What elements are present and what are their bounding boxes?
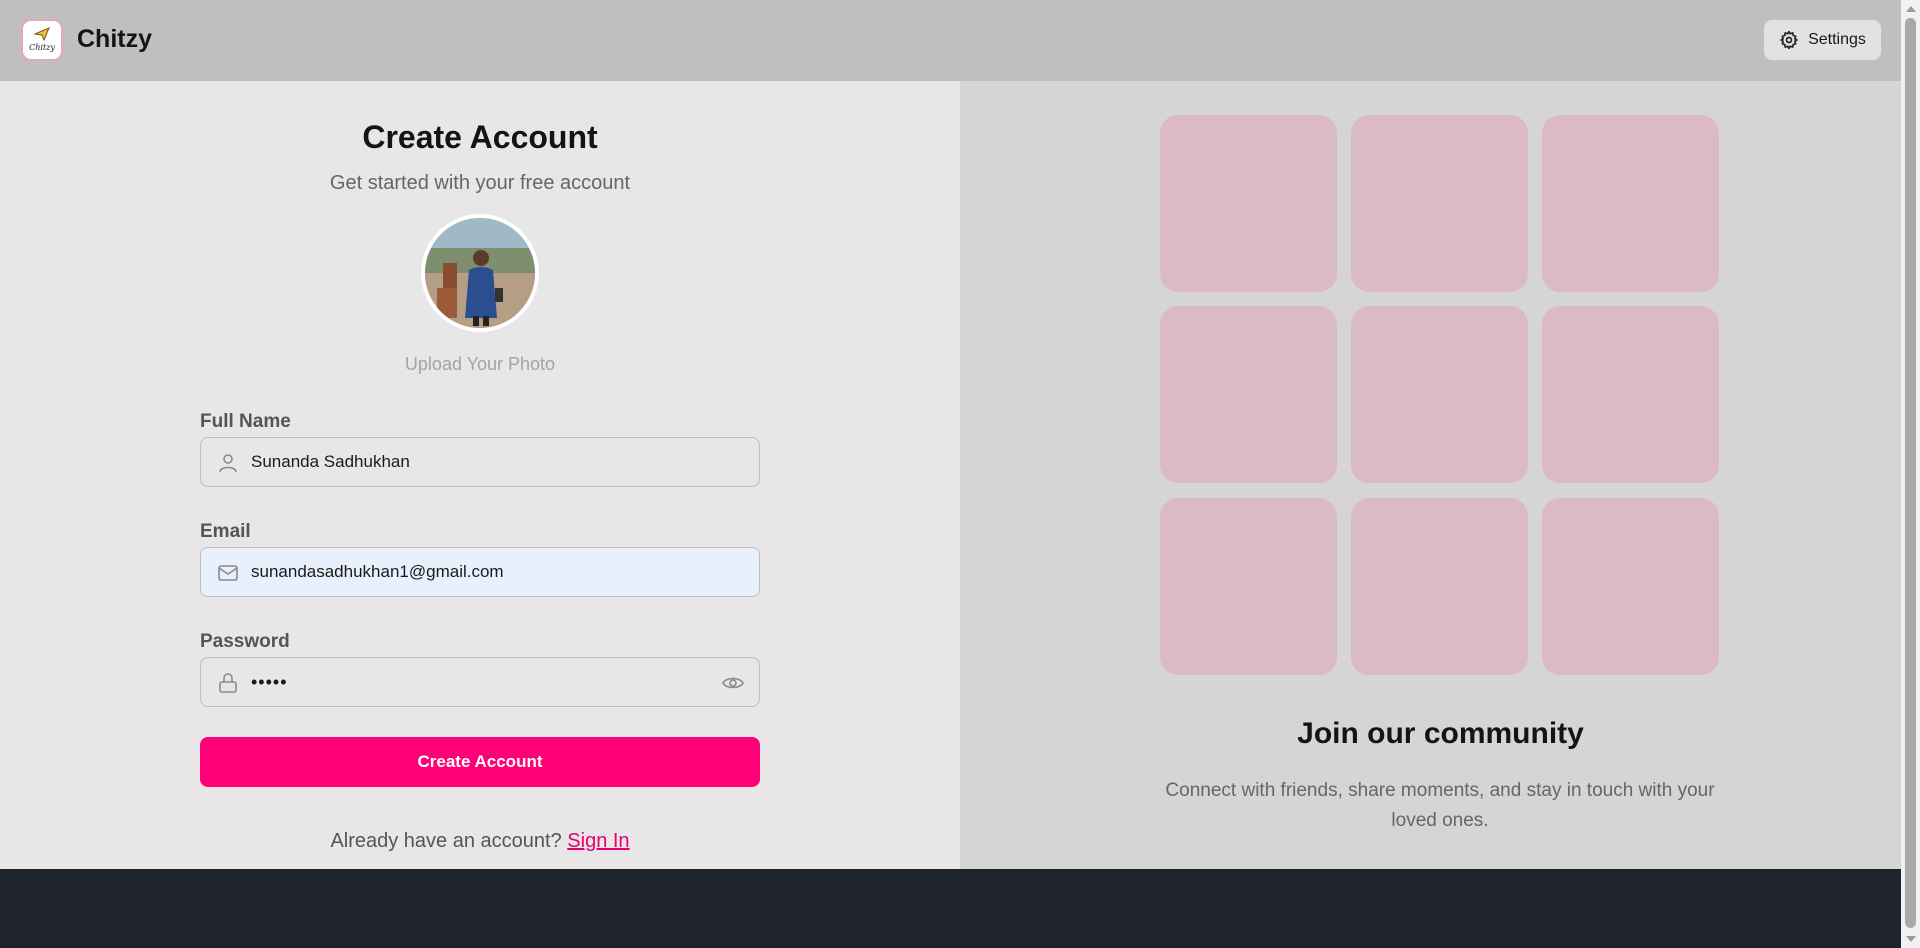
full-name-value: Sunanda Sadhukhan — [251, 452, 410, 471]
settings-button[interactable]: Settings — [1764, 20, 1881, 60]
vertical-scrollbar[interactable] — [1901, 0, 1920, 948]
user-icon — [219, 454, 237, 473]
community-tile — [1351, 115, 1528, 292]
logo-text: Chitzy — [29, 42, 55, 52]
page-footer — [0, 869, 1901, 948]
community-tile — [1351, 498, 1528, 675]
gear-icon — [1780, 30, 1798, 50]
password-value: ••••• — [251, 671, 288, 692]
signin-link[interactable]: Sign In — [567, 830, 629, 852]
brand-name: Chitzy — [77, 25, 152, 53]
top-bar: Chitzy Chitzy Settings — [0, 0, 1901, 81]
profile-photo — [425, 218, 535, 328]
community-text: Connect with friends, share moments, and… — [1165, 780, 1715, 831]
email-input[interactable]: sunandasadhukhan1@gmail.com — [200, 547, 760, 597]
signin-prompt: Already have an account? — [330, 830, 562, 852]
page-title: Create Account — [362, 119, 598, 155]
upload-photo-label: Upload Your Photo — [404, 354, 556, 374]
community-tile — [1160, 498, 1337, 675]
avatar-upload[interactable] — [421, 214, 539, 332]
password-input[interactable]: ••••• — [200, 657, 760, 707]
community-tile — [1542, 498, 1719, 675]
paper-plane-icon — [34, 27, 50, 41]
email-value: sunandasadhukhan1@gmail.com — [251, 562, 504, 581]
full-name-label: Full Name — [200, 411, 291, 432]
community-tile — [1542, 115, 1719, 292]
community-tile — [1160, 115, 1337, 292]
community-title: Join our community — [1297, 717, 1584, 750]
signup-panel: Create Account Get started with your fre… — [0, 81, 960, 869]
mail-icon — [218, 565, 238, 581]
lock-icon — [219, 673, 237, 693]
scroll-down-icon[interactable] — [1906, 936, 1916, 942]
page-subtitle: Get started with your free account — [329, 172, 631, 194]
app-logo[interactable]: Chitzy — [21, 19, 63, 61]
scroll-up-icon[interactable] — [1906, 6, 1916, 12]
full-name-input[interactable]: Sunanda Sadhukhan — [200, 437, 760, 487]
community-tile — [1542, 306, 1719, 483]
settings-label: Settings — [1808, 31, 1866, 48]
community-tile — [1160, 306, 1337, 483]
email-label: Email — [200, 521, 251, 542]
password-label: Password — [200, 631, 290, 652]
scroll-thumb[interactable] — [1905, 18, 1916, 928]
create-account-button[interactable]: Create Account — [200, 737, 760, 787]
signin-prompt-row: Already have an account? Sign In — [0, 830, 960, 853]
eye-icon[interactable] — [721, 671, 745, 695]
community-tile — [1351, 306, 1528, 483]
